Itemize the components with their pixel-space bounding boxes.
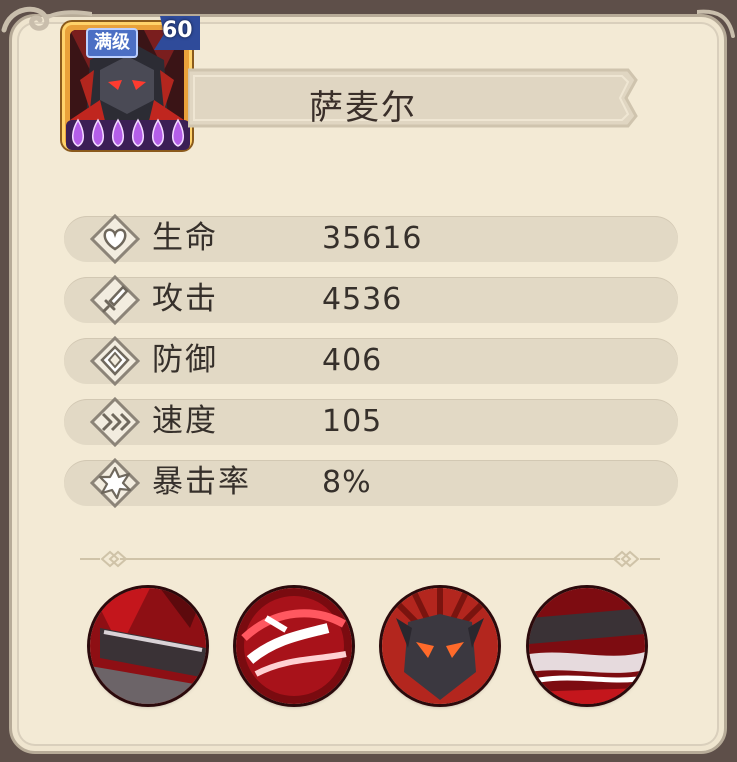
stat-value: 35616 <box>322 221 423 256</box>
speed-icon <box>90 397 140 447</box>
stat-label: 防御 <box>152 342 218 378</box>
skill-slot-1[interactable] <box>90 588 206 704</box>
stat-label: 攻击 <box>152 281 218 317</box>
sword-icon <box>90 275 140 325</box>
hero-name: 萨麦尔 <box>309 88 417 128</box>
heart-icon <box>90 214 140 264</box>
star-rank <box>66 118 190 150</box>
skill-blade-slash-icon <box>90 588 206 704</box>
stat-row-attack: 攻击 4536 <box>64 275 678 325</box>
section-divider <box>80 550 660 568</box>
stat-row-hp: 生命 35616 <box>64 214 678 264</box>
stat-value: 406 <box>322 343 383 378</box>
crit-burst-icon <box>90 458 140 508</box>
skill-slot-4[interactable] <box>529 588 645 704</box>
max-level-badge: 满级 <box>86 28 138 58</box>
stat-value: 105 <box>322 404 383 439</box>
stat-value: 4536 <box>322 282 403 317</box>
shield-icon <box>90 336 140 386</box>
skill-slot-3[interactable] <box>382 588 498 704</box>
stat-value: 8% <box>322 465 372 500</box>
hero-level: 60 <box>162 18 193 43</box>
skill-demon-mask-icon <box>382 588 498 704</box>
hero-name-plate: 萨麦尔 <box>188 66 638 130</box>
skill-slot-2[interactable] <box>236 588 352 704</box>
stat-label: 速度 <box>152 403 218 439</box>
hero-portrait[interactable]: 满级 60 <box>62 16 200 150</box>
stat-row-speed: 速度 105 <box>64 397 678 447</box>
stat-row-defense: 防御 406 <box>64 336 678 386</box>
stat-label: 生命 <box>152 220 218 256</box>
stat-label: 暴击率 <box>152 464 251 500</box>
skill-crimson-swirl-icon <box>236 588 352 704</box>
skill-red-streak-icon <box>529 588 645 704</box>
stat-row-crit: 暴击率 8% <box>64 458 678 508</box>
corner-ornament-right <box>697 9 735 38</box>
